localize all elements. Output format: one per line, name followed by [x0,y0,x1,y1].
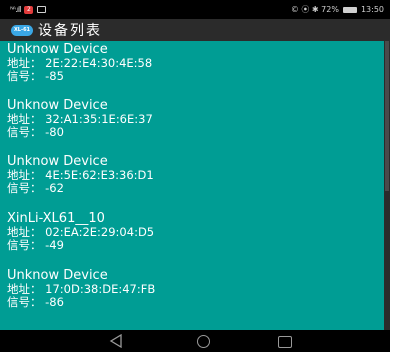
phone-screen: ᴺᴬ.ıll 2 © ⦿ ✱ 72% 13:50 XL-61 设备列表 Unkn… [0,0,390,352]
page-title: 设备列表 [38,23,102,39]
device-signal: 信号： -62 [7,182,154,195]
address-value: 2E:22:E4:30:4E:58 [45,56,153,70]
device-item[interactable]: Unknow Device 地址： 4E:5E:62:E3:36:D1 信号： … [7,155,154,195]
status-right: © ⦿ ✱ 72% 13:50 [291,4,384,15]
address-value: 02:EA:2E:29:04:D5 [45,225,155,239]
address-label: 地址： [7,282,42,296]
device-name: Unknow Device [7,268,108,283]
back-icon[interactable] [109,334,123,348]
device-signal: 信号： -80 [7,126,153,139]
device-name: Unknow Device [7,42,108,57]
address-label: 地址： [7,168,42,182]
signal-icon: ᴺᴬ.ıll [10,5,21,14]
status-icons: © ⦿ ✱ 72% [290,5,339,14]
signal-label: 信号： [7,295,42,309]
status-time: 13:50 [360,5,384,14]
recent-apps-icon[interactable] [278,336,292,348]
signal-label: 信号： [7,69,42,83]
status-bar: ᴺᴬ.ıll 2 © ⦿ ✱ 72% 13:50 [0,0,390,19]
signal-label: 信号： [7,238,42,252]
device-item[interactable]: Unknow Device 地址： 17:0D:38:DE:47:FB 信号： … [7,269,155,309]
address-value: 4E:5E:62:E3:36:D1 [45,168,154,182]
device-item[interactable]: XinLi-XL61__10 地址： 02:EA:2E:29:04:D5 信号：… [7,212,154,252]
device-name: Unknow Device [7,98,108,113]
device-signal: 信号： -85 [7,70,152,83]
device-signal: 信号： -49 [7,239,154,252]
signal-value: -80 [45,125,64,139]
address-value: 32:A1:35:1E:6E:37 [45,112,153,126]
signal-value: -85 [45,69,64,83]
app-bar: XL-61 设备列表 [0,19,390,41]
device-name: Unknow Device [7,154,108,169]
device-item[interactable]: Unknow Device 地址： 2E:22:E4:30:4E:58 信号： … [7,43,152,83]
app-logo: XL-61 [11,24,33,36]
device-name: XinLi-XL61__10 [7,211,105,226]
signal-label: 信号： [7,125,42,139]
address-label: 地址： [7,56,42,70]
notification-badge: 2 [24,5,34,14]
signal-label: 信号： [7,181,42,195]
navigation-bar [0,330,390,352]
signal-value: -49 [45,238,64,252]
screenshot-edge [390,0,398,352]
device-signal: 信号： -86 [7,296,155,309]
address-label: 地址： [7,225,42,239]
device-list[interactable]: Unknow Device 地址： 2E:22:E4:30:4E:58 信号： … [0,41,384,330]
signal-value: -86 [45,295,64,309]
home-icon[interactable] [197,335,210,348]
address-value: 17:0D:38:DE:47:FB [45,282,156,296]
scrollbar-thumb[interactable] [385,41,389,191]
battery-icon [342,6,357,13]
signal-value: -62 [45,181,64,195]
device-item[interactable]: Unknow Device 地址： 32:A1:35:1E:6E:37 信号： … [7,99,153,139]
gallery-icon [37,6,47,13]
address-label: 地址： [7,112,42,126]
status-left: ᴺᴬ.ıll 2 [10,5,47,14]
